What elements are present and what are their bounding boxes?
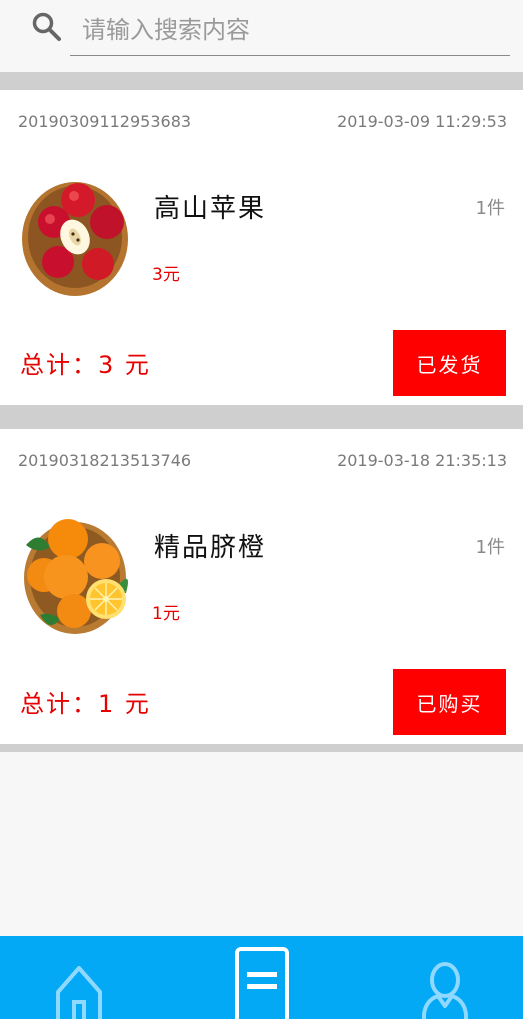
search-bar — [0, 0, 523, 72]
order-status-button[interactable]: 已发货 — [393, 330, 506, 396]
nav-item-orders[interactable] — [222, 936, 302, 1019]
order-status-button[interactable]: 已购买 — [393, 669, 506, 735]
order-number: 20190309112953683 — [18, 112, 192, 131]
product-name: 精品脐橙 — [154, 533, 267, 563]
section-divider — [0, 744, 523, 752]
search-icon[interactable] — [30, 10, 64, 44]
order-total: 总计：1 元 — [20, 690, 151, 718]
product-image-apple[interactable] — [20, 176, 130, 298]
order-number: 20190318213513746 — [18, 451, 192, 470]
order-total: 总计：3 元 — [20, 351, 151, 379]
product-quantity: 1件 — [475, 537, 505, 558]
order-card[interactable]: 20190309112953683 2019-03-09 11:29:53 高山… — [0, 90, 523, 405]
nav-item-user[interactable] — [402, 936, 482, 1019]
bottom-navigation — [0, 936, 523, 1019]
product-quantity: 1件 — [475, 198, 505, 219]
product-price: 1元 — [152, 604, 180, 624]
order-time: 2019-03-09 11:29:53 — [337, 112, 507, 131]
product-image-orange[interactable] — [20, 515, 130, 637]
order-time: 2019-03-18 21:35:13 — [337, 451, 507, 470]
order-list-page: 20190309112953683 2019-03-09 11:29:53 高山… — [0, 0, 523, 1019]
nav-item-home[interactable] — [40, 936, 120, 1019]
search-input[interactable] — [70, 4, 510, 56]
section-divider — [0, 72, 523, 90]
orders-icon — [235, 947, 289, 1019]
home-icon — [56, 966, 102, 1019]
section-divider — [0, 405, 523, 429]
user-icon — [422, 962, 468, 1019]
order-card[interactable]: 20190318213513746 2019-03-18 21:35:13 精品… — [0, 429, 523, 744]
product-name: 高山苹果 — [154, 194, 267, 224]
product-price: 3元 — [152, 265, 180, 285]
